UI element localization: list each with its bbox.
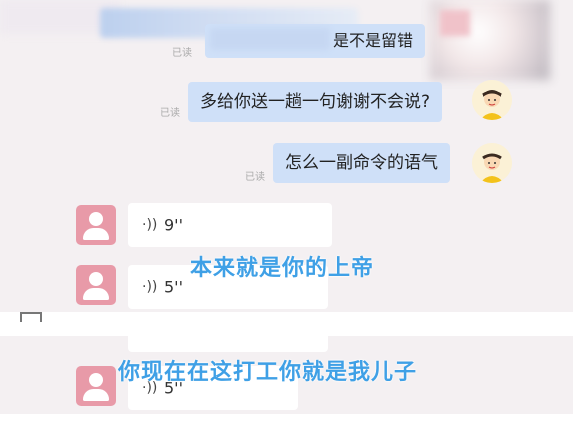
courier-avatar-icon bbox=[472, 143, 512, 183]
voice-message-partial[interactable] bbox=[128, 336, 328, 352]
courier-avatar[interactable] bbox=[472, 143, 512, 183]
subtitle-caption: 你现在在这打工你就是我儿子 bbox=[118, 360, 418, 385]
blurred-message-overlay bbox=[210, 28, 330, 50]
user-avatar[interactable] bbox=[76, 205, 116, 245]
read-receipt: 已读 bbox=[172, 48, 192, 59]
voice-message[interactable]: ·)) 9'' bbox=[128, 203, 332, 247]
user-avatar[interactable] bbox=[76, 366, 116, 406]
frame-corner-mark bbox=[20, 312, 42, 322]
chat-panel-bottom: ·)) 5'' 你现在在这打工你就是我儿子 bbox=[0, 336, 573, 414]
voice-duration: 9'' bbox=[164, 215, 183, 235]
read-receipt: 已读 bbox=[245, 172, 265, 183]
chat-panel-top: 是不是留错 已读 已读 多给你送一趟一句谢谢不会说? 已读 怎么一副命令的语气 bbox=[0, 0, 573, 312]
sent-message[interactable]: 多给你送一趟一句谢谢不会说? bbox=[188, 82, 443, 122]
default-user-avatar-icon bbox=[89, 272, 103, 286]
user-avatar[interactable] bbox=[76, 265, 116, 305]
voice-wave-icon: ·)) bbox=[142, 279, 158, 295]
subtitle-caption: 本来就是你的上帝 bbox=[190, 256, 375, 281]
frame-divider bbox=[0, 312, 573, 336]
read-receipt: 已读 bbox=[160, 108, 180, 119]
bottom-strip bbox=[0, 414, 573, 427]
blurred-icon bbox=[440, 10, 470, 36]
sent-message-partial-text: 是不是留错 bbox=[333, 31, 414, 50]
default-user-avatar-icon bbox=[89, 373, 103, 387]
voice-wave-icon: ·)) bbox=[142, 217, 158, 233]
default-user-avatar-icon bbox=[89, 212, 103, 226]
sent-message-text: 多给你送一趟一句谢谢不会说? bbox=[200, 92, 431, 112]
courier-avatar-icon bbox=[472, 80, 512, 120]
sent-message[interactable]: 怎么一副命令的语气 bbox=[273, 143, 450, 183]
sent-message-text: 怎么一副命令的语气 bbox=[285, 153, 438, 173]
voice-duration: 5'' bbox=[164, 277, 183, 297]
courier-avatar[interactable] bbox=[472, 80, 512, 120]
screen: 是不是留错 已读 已读 多给你送一趟一句谢谢不会说? 已读 怎么一副命令的语气 bbox=[0, 0, 573, 427]
